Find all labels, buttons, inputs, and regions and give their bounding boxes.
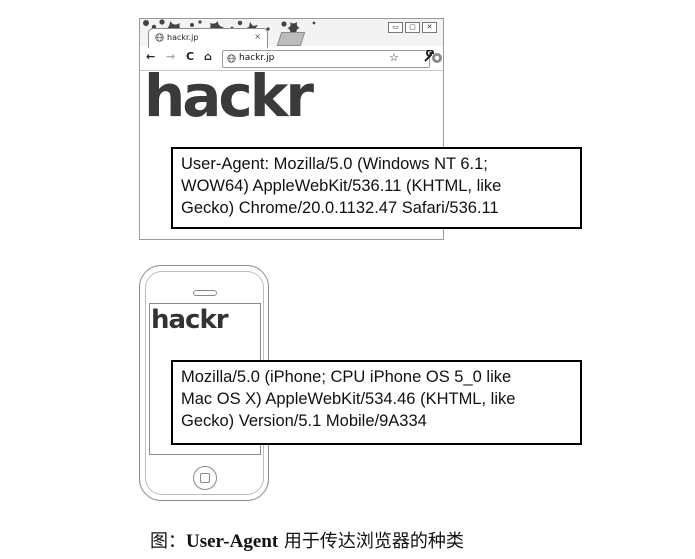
maximize-button[interactable]: ▢ — [405, 22, 420, 33]
wrench-icon[interactable] — [423, 50, 435, 63]
caption-prefix: 图： — [150, 531, 186, 552]
tab-close-icon[interactable]: × — [254, 32, 261, 41]
globe-icon — [155, 33, 164, 42]
mobile-user-agent-callout: Mozilla/5.0 (iPhone; CPU iPhone OS 5_0 l… — [171, 360, 582, 445]
browser-titlebar: hackr.jp × ▭ ▢ ✕ — [140, 19, 443, 49]
hackr-logo-mobile: hackr — [151, 305, 229, 335]
tab-title: hackr.jp — [167, 33, 199, 42]
caption-suffix: 用于传达浏览器的种类 — [278, 531, 464, 552]
iphone-speaker — [193, 290, 217, 296]
desktop-user-agent-callout: User-Agent: Mozilla/5.0 (Windows NT 6.1;… — [171, 147, 582, 229]
close-window-button[interactable]: ✕ — [422, 22, 437, 33]
minimize-button[interactable]: ▭ — [388, 22, 403, 33]
window-controls: ▭ ▢ ✕ — [388, 22, 437, 33]
browser-tab[interactable]: hackr.jp × — [148, 28, 268, 49]
star-icon[interactable]: ☆ — [389, 51, 399, 64]
new-tab-button[interactable] — [276, 32, 306, 46]
iphone-home-button[interactable] — [193, 466, 217, 490]
figure-caption: 图：User-Agent 用于传达浏览器的种类 — [150, 527, 464, 553]
home-square-icon — [200, 473, 210, 483]
hackr-logo: hackr — [144, 62, 314, 130]
caption-bold-term: User-Agent — [186, 531, 279, 552]
